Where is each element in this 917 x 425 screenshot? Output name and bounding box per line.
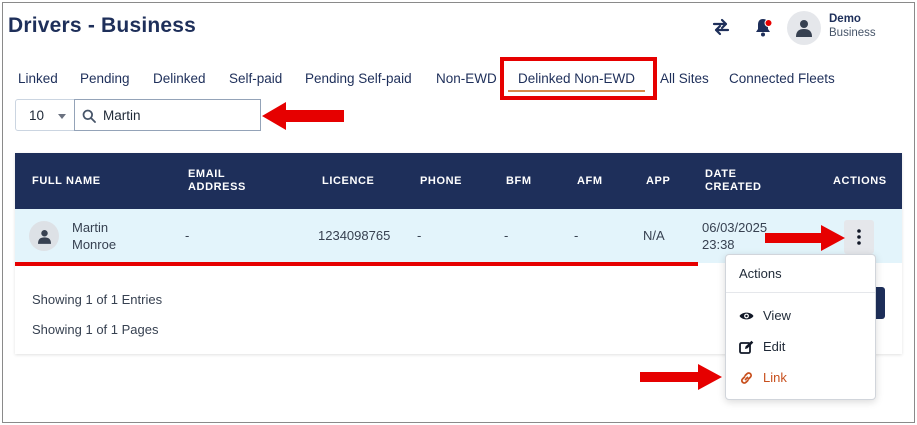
column-header-date-created: DATE CREATED xyxy=(705,168,762,193)
column-header-phone: PHONE xyxy=(420,175,463,187)
driver-afm: - xyxy=(574,228,579,243)
user-name: Demo xyxy=(829,13,861,25)
driver-last-name: Monroe xyxy=(72,237,117,252)
kebab-menu-icon xyxy=(857,229,861,245)
tab-pending[interactable]: Pending xyxy=(80,71,130,86)
driver-date-created: 06/03/2025 xyxy=(702,220,768,235)
tab-all-sites[interactable]: All Sites xyxy=(660,71,709,86)
annotation-arrow-icon xyxy=(765,225,845,251)
tab-linked[interactable]: Linked xyxy=(18,71,58,86)
annotation-arrow-icon xyxy=(640,364,722,390)
actions-menu-title: Actions xyxy=(739,266,782,281)
edit-icon xyxy=(739,340,754,354)
tab-pending-self-paid[interactable]: Pending Self-paid xyxy=(305,71,412,86)
menu-item-edit[interactable]: Edit xyxy=(726,333,875,361)
menu-item-label: Edit xyxy=(763,339,786,354)
tab-delinked[interactable]: Delinked xyxy=(153,71,206,86)
menu-divider xyxy=(726,292,875,293)
actions-dropdown-menu: Actions View Edit Link xyxy=(725,254,876,400)
page-size-select[interactable]: 10 xyxy=(15,99,75,131)
search-box[interactable] xyxy=(74,99,261,131)
column-header-afm: AFM xyxy=(577,175,603,187)
row-actions-button[interactable] xyxy=(844,220,874,254)
page-title: Drivers - Business xyxy=(8,14,197,37)
chevron-down-icon xyxy=(58,114,66,119)
table-header: FULL NAME EMAIL ADDRESS LICENCE PHONE BF… xyxy=(15,153,902,209)
user-icon xyxy=(796,20,812,37)
menu-item-view[interactable]: View xyxy=(726,302,875,330)
column-header-email: EMAIL ADDRESS xyxy=(188,168,246,193)
menu-item-label: Link xyxy=(763,370,787,385)
column-header-bfm: BFM xyxy=(506,175,532,187)
search-input[interactable] xyxy=(103,108,253,123)
menu-item-label: View xyxy=(763,308,791,323)
annotation-highlight-box xyxy=(500,57,657,100)
column-header-full-name: FULL NAME xyxy=(32,175,101,187)
tab-connected-fleets[interactable]: Connected Fleets xyxy=(729,71,835,86)
tab-bar: Linked Pending Delinked Self-paid Pendin… xyxy=(0,62,917,96)
notification-bell-icon[interactable] xyxy=(753,16,773,38)
avatar xyxy=(29,221,59,251)
column-header-actions: ACTIONS xyxy=(833,175,887,187)
annotation-underline xyxy=(15,262,698,266)
annotation-arrow-icon xyxy=(262,102,344,130)
link-icon xyxy=(741,372,752,384)
driver-phone: - xyxy=(417,228,422,243)
driver-first-name: Martin xyxy=(72,220,109,235)
driver-time-created: 23:38 xyxy=(702,237,735,252)
column-header-app: APP xyxy=(646,175,671,187)
user-role: Business xyxy=(829,27,876,39)
menu-item-link[interactable]: Link xyxy=(726,364,875,392)
eye-icon xyxy=(739,312,754,320)
pages-count: Showing 1 of 1 Pages xyxy=(32,322,159,337)
avatar[interactable] xyxy=(787,11,821,45)
driver-app: N/A xyxy=(643,228,665,243)
user-icon xyxy=(37,229,51,244)
entries-count: Showing 1 of 1 Entries xyxy=(32,292,163,307)
driver-licence: 1234098765 xyxy=(318,228,391,243)
tab-self-paid[interactable]: Self-paid xyxy=(229,71,282,86)
search-icon xyxy=(82,109,96,123)
driver-email: - xyxy=(185,228,190,243)
driver-bfm: - xyxy=(504,228,509,243)
swap-icon[interactable] xyxy=(711,17,731,37)
tab-non-ewd[interactable]: Non-EWD xyxy=(436,71,497,86)
page-size-value: 10 xyxy=(29,108,45,123)
column-header-licence: LICENCE xyxy=(322,175,375,187)
